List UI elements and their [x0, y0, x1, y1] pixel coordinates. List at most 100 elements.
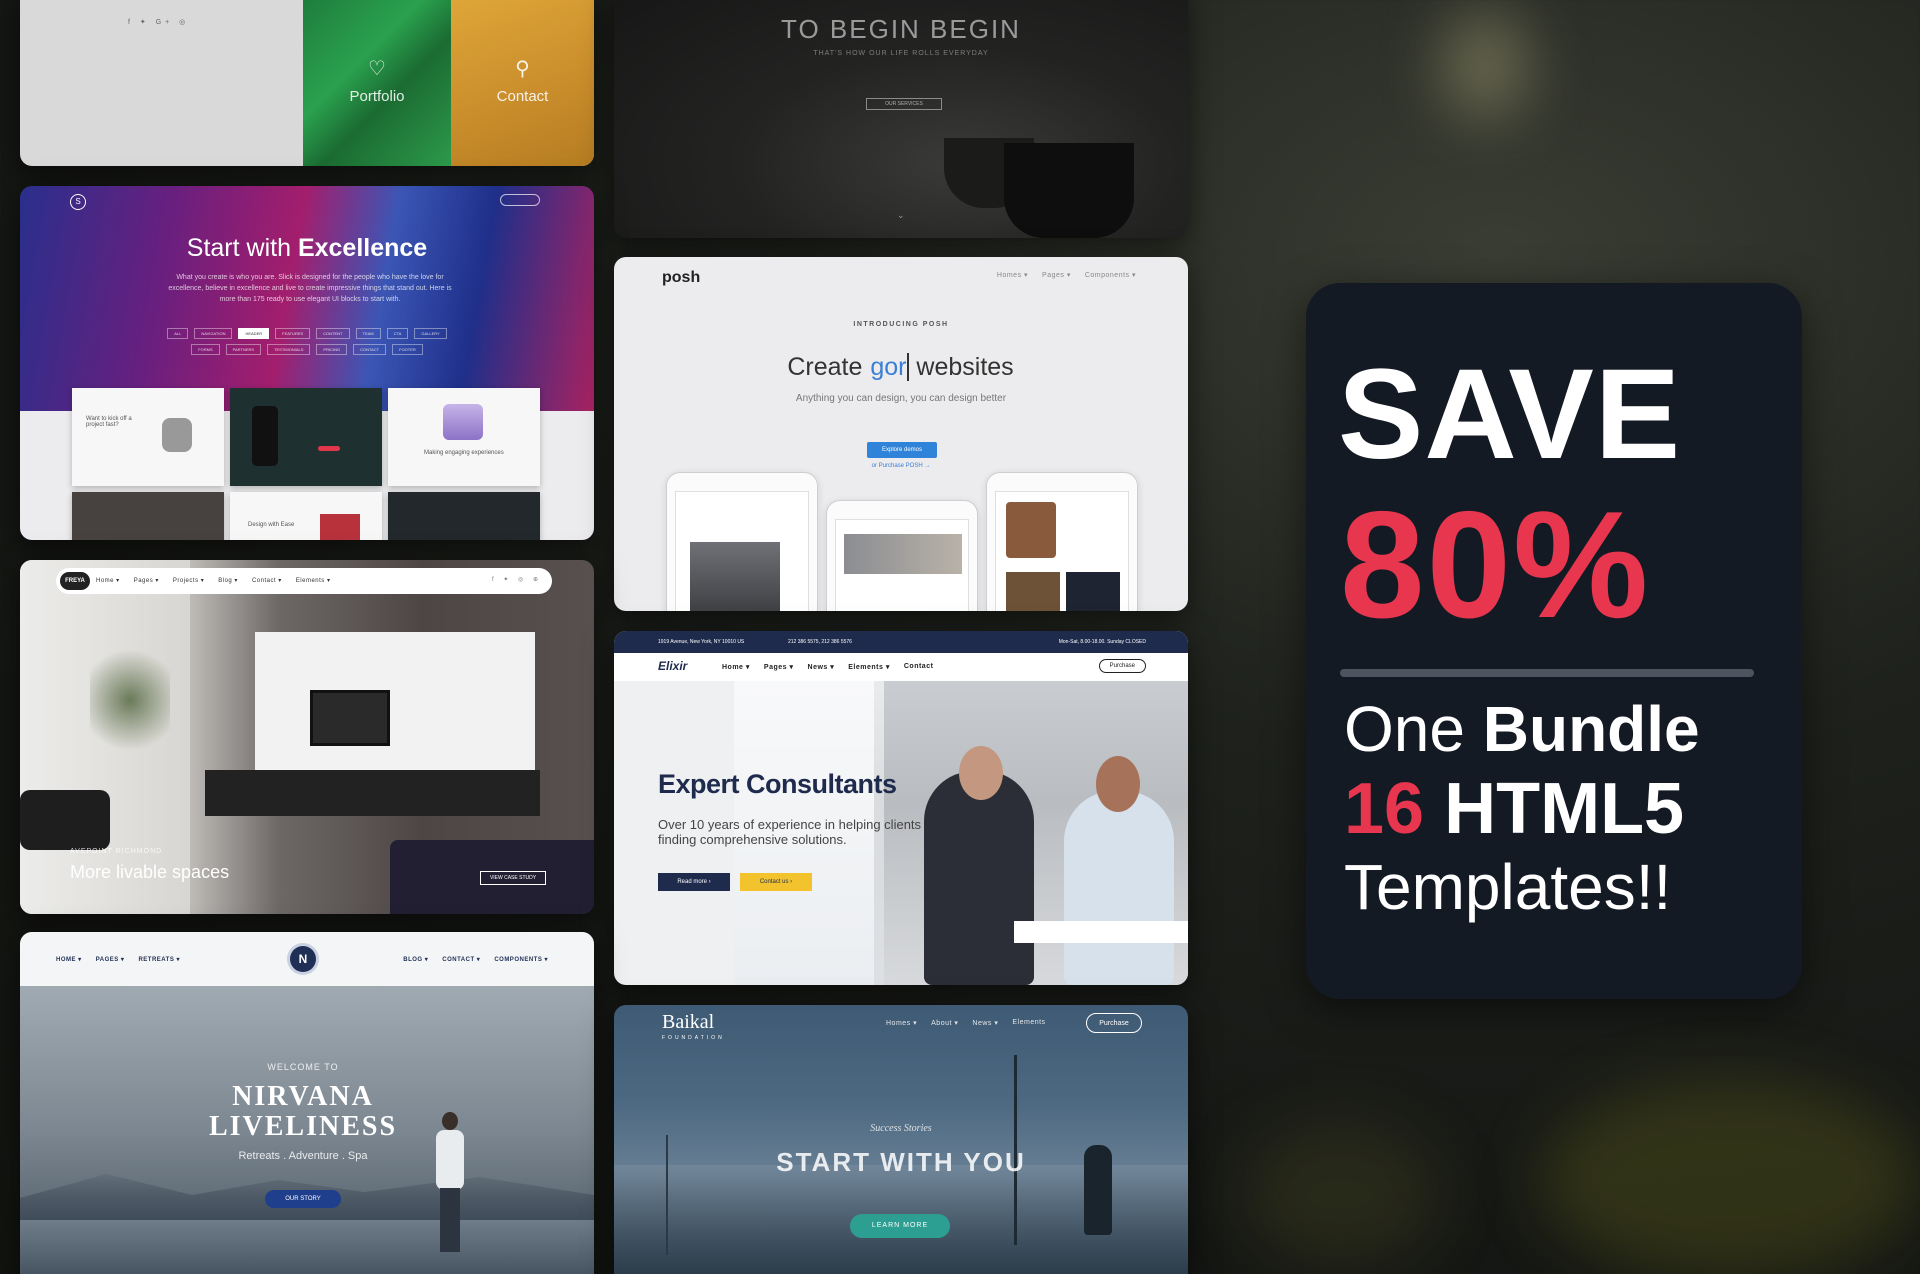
phone-image — [252, 406, 278, 466]
screen-image — [1006, 572, 1060, 611]
tablet-screen — [675, 491, 809, 611]
read-more-button[interactable]: Read more › — [658, 873, 730, 891]
template-card-2[interactable]: TO BEGIN BEGIN THAT'S HOW OUR LIFE ROLLS… — [614, 0, 1188, 238]
bundle-text: Bundle — [1482, 693, 1700, 765]
preview-text: Making engaging experiences — [424, 450, 504, 456]
nirvana-logo: N — [290, 946, 316, 972]
chip[interactable]: NAVIGATION — [194, 328, 233, 339]
chip[interactable]: PARTNERS — [225, 344, 262, 355]
hours-text: Mon-Sat, 8.00-18.00. Sunday CLOSED — [1058, 639, 1146, 645]
chip[interactable]: HEADER — [238, 328, 270, 339]
nav-item[interactable]: Pages ▾ — [1042, 271, 1071, 279]
nav-item[interactable]: COMPONENTS ▾ — [494, 956, 548, 963]
chip[interactable]: TESTIMONIALS — [267, 344, 311, 355]
contact-label: Contact — [496, 88, 549, 105]
nav-item[interactable]: Elements — [1012, 1019, 1045, 1027]
services-button[interactable]: OUR SERVICES — [866, 98, 942, 110]
learn-more-button[interactable]: LEARN MORE — [850, 1214, 950, 1238]
baikal-logo-sub: FOUNDATION — [662, 1035, 725, 1041]
freya-logo: FREYA — [60, 572, 90, 590]
contact-us-button[interactable]: Contact us › — [740, 873, 812, 891]
nav-menu: Homes ▾ About ▾ News ▾ Elements — [886, 1019, 1046, 1027]
info-bar: 1919 Avenue, New York, NY 10010 US 212 3… — [614, 631, 1188, 653]
tv-wall — [255, 632, 535, 782]
consultant-figure — [1064, 791, 1174, 985]
nav-item[interactable]: Homes ▾ — [886, 1019, 917, 1027]
chip[interactable]: GALLERY — [414, 328, 447, 339]
template-card-8[interactable]: Baikal FOUNDATION Homes ▾ About ▾ News ▾… — [614, 1005, 1188, 1274]
nav-bar: Elixir Home ▾ Pages ▾ News ▾ Elements ▾ … — [614, 653, 1188, 681]
nav-item[interactable]: RETREATS ▾ — [138, 956, 180, 963]
nav-item[interactable]: BLOG ▾ — [403, 956, 428, 963]
nav-item[interactable]: News ▾ — [972, 1019, 998, 1027]
chip[interactable]: TEAM — [355, 328, 381, 339]
nav-item[interactable]: Home ▾ — [96, 577, 120, 584]
case-study-button[interactable]: VIEW CASE STUDY — [480, 871, 546, 885]
tablet-mockup — [666, 472, 818, 611]
screen-image — [690, 542, 780, 611]
nav-item[interactable]: PAGES ▾ — [96, 956, 125, 963]
promo-panel: SAVE 80% One Bundle 16 HTML5 Templates!! — [1306, 283, 1802, 999]
template-card-1[interactable]: f ✦ G+ ◎ ♡ Portfolio ⚲ Contact — [20, 0, 594, 166]
purchase-button[interactable]: Purchase — [1086, 1013, 1142, 1033]
nav-item[interactable]: Components ▾ — [1085, 271, 1136, 279]
chip[interactable]: FEATURES — [275, 328, 311, 339]
title-pre: Create — [787, 353, 863, 381]
title-line-1: NIRVANA — [232, 1081, 374, 1112]
project-kicker: AVEPOINT RICHMOND — [70, 848, 163, 855]
slick-logo: S — [70, 194, 86, 210]
chip[interactable]: CONTENT — [316, 328, 350, 339]
divider — [1340, 669, 1754, 677]
title-bold: Excellence — [297, 234, 428, 262]
consultant-figure — [924, 771, 1034, 985]
nav-menu-left: HOME ▾ PAGES ▾ RETREATS ▾ — [56, 956, 180, 963]
nav-item[interactable]: Homes ▾ — [997, 271, 1028, 279]
nav-item[interactable]: Elements ▾ — [848, 663, 890, 671]
nav-item[interactable]: News ▾ — [808, 663, 835, 671]
purchase-button[interactable]: Purchase — [1098, 659, 1146, 673]
heart-icon: ♡ — [368, 58, 386, 80]
purchase-link[interactable]: or Purchase POSH → — [614, 463, 1188, 469]
nav-item[interactable]: HOME ▾ — [56, 956, 82, 963]
tv-cabinet — [205, 770, 540, 816]
nav-item[interactable]: Blog ▾ — [218, 577, 238, 584]
our-story-button[interactable]: OUR STORY — [265, 1190, 341, 1208]
portfolio-tile[interactable]: ♡ Portfolio — [303, 0, 451, 166]
count-number: 16 — [1344, 769, 1425, 849]
nav-item[interactable]: Home ▾ — [722, 663, 750, 671]
title-light: Start with — [186, 234, 291, 262]
chip[interactable]: PRICING — [316, 344, 348, 355]
save-heading: SAVE — [1338, 343, 1682, 486]
nav-menu: Home ▾ Pages ▾ News ▾ Elements ▾ Contact — [722, 663, 933, 671]
preview-block: Want to kick off a project fast? — [72, 388, 224, 486]
tv-screen — [310, 690, 390, 746]
template-card-7[interactable]: HOME ▾ PAGES ▾ RETREATS ▾ N BLOG ▾ CONTA… — [20, 932, 594, 1274]
chip[interactable]: CONTACT — [353, 344, 387, 355]
nav-item[interactable]: About ▾ — [931, 1019, 958, 1027]
chip[interactable]: FOOTER — [392, 344, 423, 355]
purchase-pill[interactable] — [500, 194, 540, 206]
template-card-5[interactable]: FREYA Home ▾ Pages ▾ Projects ▾ Blog ▾ C… — [20, 560, 594, 914]
nav-item[interactable]: Pages ▾ — [134, 577, 159, 584]
nav-item[interactable]: CONTACT ▾ — [442, 956, 480, 963]
preview-block: Making engaging experiences — [388, 388, 540, 486]
tablet-mockup — [986, 472, 1138, 611]
contact-tile[interactable]: ⚲ Contact — [451, 0, 594, 166]
title-post: websites — [916, 353, 1014, 381]
armchair — [20, 790, 110, 850]
social-icons: f ✦ ◎ ⊕ — [492, 577, 542, 583]
explore-button[interactable]: Explore demos — [867, 442, 937, 458]
template-card-3[interactable]: S Start with Excellence What you create … — [20, 186, 594, 540]
chip[interactable]: CTA — [386, 328, 409, 339]
template-card-6[interactable]: 1919 Avenue, New York, NY 10010 US 212 3… — [614, 631, 1188, 985]
nav-item[interactable]: Projects ▾ — [173, 577, 204, 584]
chip[interactable]: ALL — [167, 328, 189, 339]
hero-subtitle: THAT'S HOW OUR LIFE ROLLS EVERYDAY — [813, 50, 989, 57]
nav-item[interactable]: Elements ▾ — [296, 577, 331, 584]
intro-label: INTRODUCING POSH — [853, 321, 949, 328]
chip[interactable]: FORMS — [191, 344, 220, 355]
nav-item[interactable]: Pages ▾ — [764, 663, 794, 671]
template-card-4[interactable]: posh Homes ▾ Pages ▾ Components ▾ INTROD… — [614, 257, 1188, 611]
nav-item[interactable]: Contact — [904, 663, 934, 671]
nav-item[interactable]: Contact ▾ — [252, 577, 282, 584]
